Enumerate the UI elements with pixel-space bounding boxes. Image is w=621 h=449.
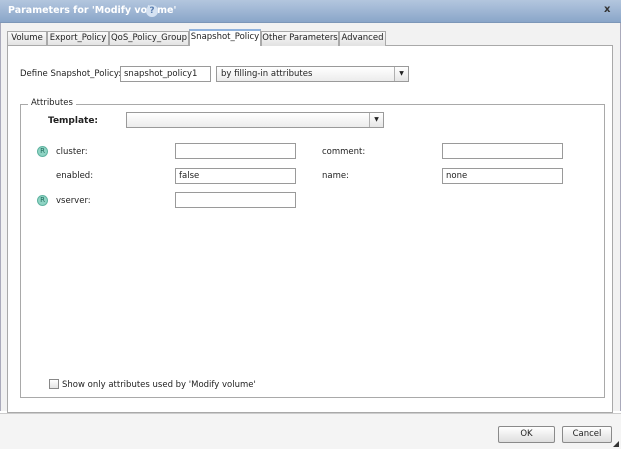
vserver-input[interactable]: [175, 192, 296, 208]
name-label: name:: [322, 171, 349, 181]
tab-volume[interactable]: Volume: [7, 31, 47, 46]
vserver-label: vserver:: [56, 196, 91, 206]
template-select[interactable]: ▼: [126, 112, 384, 128]
name-input[interactable]: none: [442, 168, 563, 184]
show-only-label: Show only attributes used by 'Modify vol…: [62, 380, 256, 390]
cluster-input[interactable]: [175, 143, 296, 159]
cancel-button[interactable]: Cancel: [562, 426, 612, 443]
attributes-legend: Attributes: [28, 98, 76, 108]
define-mode-select[interactable]: by filling-in attributes ▼: [216, 66, 409, 82]
help-icon[interactable]: ?: [146, 5, 158, 17]
resize-grip-icon[interactable]: [613, 441, 619, 447]
enabled-input[interactable]: false: [175, 168, 296, 184]
comment-input[interactable]: [442, 143, 563, 159]
tab-other-parameters[interactable]: Other Parameters: [261, 31, 339, 46]
cluster-label: cluster:: [56, 147, 88, 157]
template-label: Template:: [48, 116, 99, 126]
show-only-checkbox[interactable]: [49, 379, 59, 389]
enabled-label: enabled:: [56, 171, 94, 181]
tab-qos-policy-group[interactable]: QoS_Policy_Group: [109, 31, 189, 46]
chevron-down-icon: ▼: [369, 113, 383, 127]
tab-snapshot-policy[interactable]: Snapshot_Policy: [189, 29, 261, 46]
tab-advanced[interactable]: Advanced: [339, 31, 386, 46]
required-icon: R: [37, 146, 48, 157]
required-icon: R: [37, 195, 48, 206]
chevron-down-icon: ▼: [394, 67, 408, 81]
policy-name-input[interactable]: snapshot_policy1: [120, 66, 211, 82]
ok-button[interactable]: OK: [498, 426, 555, 443]
define-label: Define Snapshot_Policy:: [20, 69, 122, 79]
define-mode-value: by filling-in attributes: [221, 69, 313, 79]
comment-label: comment:: [322, 147, 366, 157]
close-button[interactable]: x: [604, 4, 610, 15]
tab-export-policy[interactable]: Export_Policy: [47, 31, 109, 46]
